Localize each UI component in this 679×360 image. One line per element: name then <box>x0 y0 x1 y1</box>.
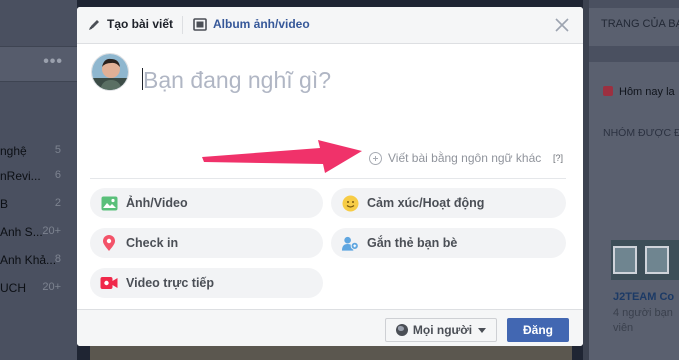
post-button[interactable]: Đăng <box>507 318 569 342</box>
tag-friends-label: Gắn thẻ bạn bè <box>367 236 458 250</box>
live-video-button[interactable]: Video trực tiếp <box>90 268 323 298</box>
create-post-dialog: Tạo bài viết Album ảnh/video Viết bài bằ… <box>77 7 583 346</box>
tag-friends-button[interactable]: Gắn thẻ bạn bè <box>331 228 566 258</box>
background-item-count: 20+ <box>42 225 61 237</box>
audience-label: Mọi người <box>412 323 473 337</box>
dialog-header: Tạo bài viết Album ảnh/video <box>77 7 583 44</box>
photo-album-icon <box>193 17 207 31</box>
close-icon[interactable] <box>553 16 571 34</box>
photo-video-label: Ảnh/Video <box>126 196 188 210</box>
background-pages-title: TRANG CỦA BẠ <box>601 18 679 30</box>
background-list-item: nRevi... 6 <box>0 166 77 186</box>
avatar <box>91 53 129 91</box>
background-group-thumbnail <box>611 240 679 280</box>
background-list-item: B 2 <box>0 194 77 214</box>
tag-people-icon <box>341 234 359 252</box>
tab-album[interactable]: Album ảnh/video <box>193 17 310 31</box>
background-list-item: nghệ 5 <box>0 141 77 161</box>
post-composer-input[interactable] <box>143 63 563 97</box>
live-video-label: Video trực tiếp <box>126 276 215 290</box>
smiley-icon <box>341 194 359 212</box>
dialog-footer: Mọi người Đăng <box>77 309 583 346</box>
background-list-item: Anh S... 20+ <box>0 222 77 242</box>
composer-divider <box>90 178 566 179</box>
background-pages-card: TRANG CỦA BẠ <box>589 8 679 46</box>
checkin-label: Check in <box>126 236 179 250</box>
background-group-meta: 4 người bạn viên <box>613 306 673 336</box>
tab-create-post[interactable]: Tạo bài viết <box>88 17 173 31</box>
background-right-column: TRANG CỦA BẠ Hôm nay la NHÓM ĐƯỢC Đ J2TE… <box>589 0 679 360</box>
pencil-icon <box>89 19 99 30</box>
tab-create-post-label: Tạo bài viết <box>107 17 174 31</box>
background-item-name: nghệ <box>0 144 27 158</box>
background-item-count: 6 <box>54 169 61 181</box>
photo-video-button[interactable]: Ảnh/Video <box>90 188 323 218</box>
help-link[interactable]: [?] <box>553 153 563 163</box>
background-item-count: 5 <box>54 144 61 156</box>
background-birthday-text: Hôm nay la <box>619 86 675 98</box>
feeling-activity-label: Cảm xúc/Hoạt động <box>367 196 485 210</box>
write-other-language-label: Viết bài bằng ngôn ngữ khác <box>388 151 542 165</box>
background-item-name: Anh S... <box>0 225 43 239</box>
tab-separator <box>182 16 183 34</box>
background-birthday-row: Hôm nay la <box>603 86 675 98</box>
write-other-language-link[interactable]: Viết bài bằng ngôn ngữ khác <box>369 151 541 165</box>
tab-album-label: Album ảnh/video <box>213 17 310 31</box>
background-group-meta-line: 4 người bạn <box>613 307 673 319</box>
annotation-arrow-icon <box>202 140 362 173</box>
background-item-name: Anh Khả... <box>0 253 57 267</box>
feeling-activity-button[interactable]: Cảm xúc/Hoạt động <box>331 188 566 218</box>
background-item-count: 20+ <box>42 281 61 293</box>
background-item-name: nRevi... <box>0 169 41 183</box>
background-sidebar-header: ••• <box>0 46 77 82</box>
chevron-down-icon <box>478 327 487 333</box>
audience-selector[interactable]: Mọi người <box>385 318 497 342</box>
location-pin-icon <box>100 234 118 252</box>
background-left-sidebar: ••• nghệ 5 nRevi... 6 B 2 Anh S... 20+ A… <box>0 0 77 360</box>
background-list-item: Anh Khả... 8 <box>0 250 77 270</box>
background-item-name: UCH <box>0 281 26 295</box>
background-feed-image <box>90 346 572 360</box>
background-item-count: 2 <box>54 197 61 209</box>
more-icon: ••• <box>43 53 63 70</box>
live-video-icon <box>100 274 118 292</box>
background-group-name: J2TEAM Co <box>613 291 675 303</box>
checkin-button[interactable]: Check in <box>90 228 323 258</box>
background-list-item: UCH 20+ <box>0 278 77 298</box>
gift-icon <box>603 86 613 96</box>
plus-circle-icon <box>369 151 382 165</box>
background-group-meta-line: viên <box>613 322 634 334</box>
photo-icon <box>100 194 118 212</box>
background-item-name: B <box>0 197 9 211</box>
background-groups-title: NHÓM ĐƯỢC Đ <box>603 127 679 139</box>
background-item-count: 8 <box>54 253 61 265</box>
globe-icon <box>395 324 408 336</box>
